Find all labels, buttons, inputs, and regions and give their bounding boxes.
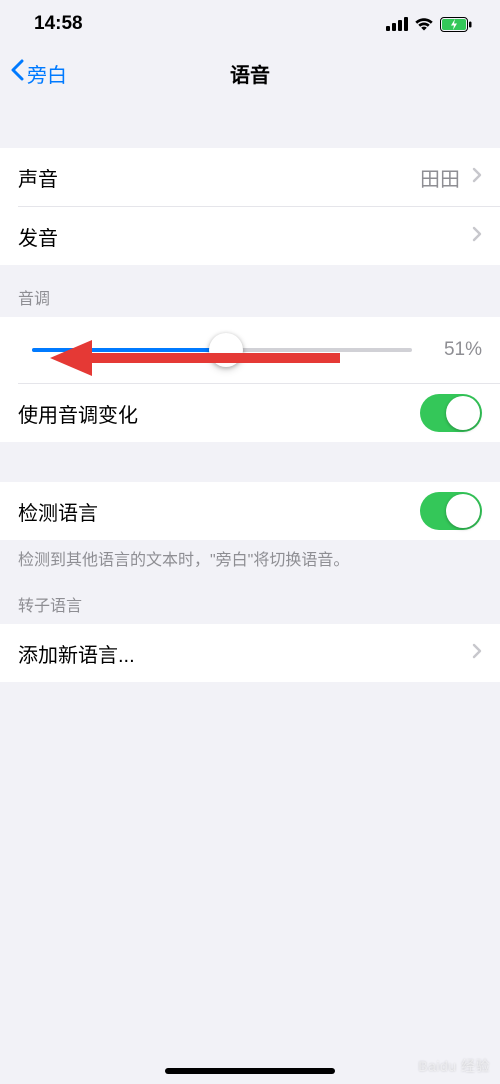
slider-thumb[interactable]	[209, 333, 243, 367]
header-rotor: 转子语言	[0, 576, 500, 624]
home-indicator[interactable]	[165, 1068, 335, 1074]
cellular-icon	[386, 17, 408, 31]
chevron-right-icon	[472, 642, 482, 665]
watermark: Baidu 经验	[418, 1056, 490, 1076]
pitch-value: 51%	[426, 339, 482, 361]
row-voice[interactable]: 声音 田田	[0, 148, 500, 206]
group-detect: 检测语言	[0, 482, 500, 540]
chevron-left-icon	[10, 59, 27, 87]
header-pitch: 音调	[0, 265, 500, 317]
group-pitch: 51% 使用音调变化	[0, 317, 500, 442]
pitch-slider[interactable]	[32, 331, 412, 369]
back-button[interactable]: 旁白	[10, 59, 67, 88]
nav-bar: 旁白 语音	[0, 48, 500, 98]
wifi-icon	[414, 17, 434, 31]
detect-language-label: 检测语言	[18, 497, 98, 526]
add-language-label: 添加新语言...	[18, 639, 135, 668]
pitch-slider-row: 51%	[0, 317, 500, 383]
row-detect-language: 检测语言	[0, 482, 500, 540]
row-voice-value: 田田	[420, 163, 460, 192]
group-rotor: 添加新语言...	[0, 624, 500, 682]
chevron-right-icon	[472, 166, 482, 189]
status-time: 14:58	[34, 13, 83, 35]
row-add-language[interactable]: 添加新语言...	[0, 624, 500, 682]
use-pitch-change-label: 使用音调变化	[18, 399, 138, 428]
use-pitch-change-toggle[interactable]	[420, 394, 482, 432]
chevron-right-icon	[472, 225, 482, 248]
status-right	[386, 17, 472, 32]
detect-language-toggle[interactable]	[420, 492, 482, 530]
watermark-brand: Baidu 经验	[418, 1058, 490, 1074]
back-label: 旁白	[27, 59, 67, 88]
group-voice: 声音 田田 发音	[0, 148, 500, 265]
row-use-pitch-change: 使用音调变化	[0, 384, 500, 442]
row-pronunciation-label: 发音	[18, 222, 58, 251]
page-title: 语音	[0, 59, 500, 88]
footer-detect: 检测到其他语言的文本时，"旁白"将切换语音。	[0, 540, 500, 576]
battery-charging-icon	[440, 17, 472, 32]
row-pronunciation[interactable]: 发音	[0, 207, 500, 265]
status-bar: 14:58	[0, 0, 500, 48]
row-voice-label: 声音	[18, 163, 58, 192]
